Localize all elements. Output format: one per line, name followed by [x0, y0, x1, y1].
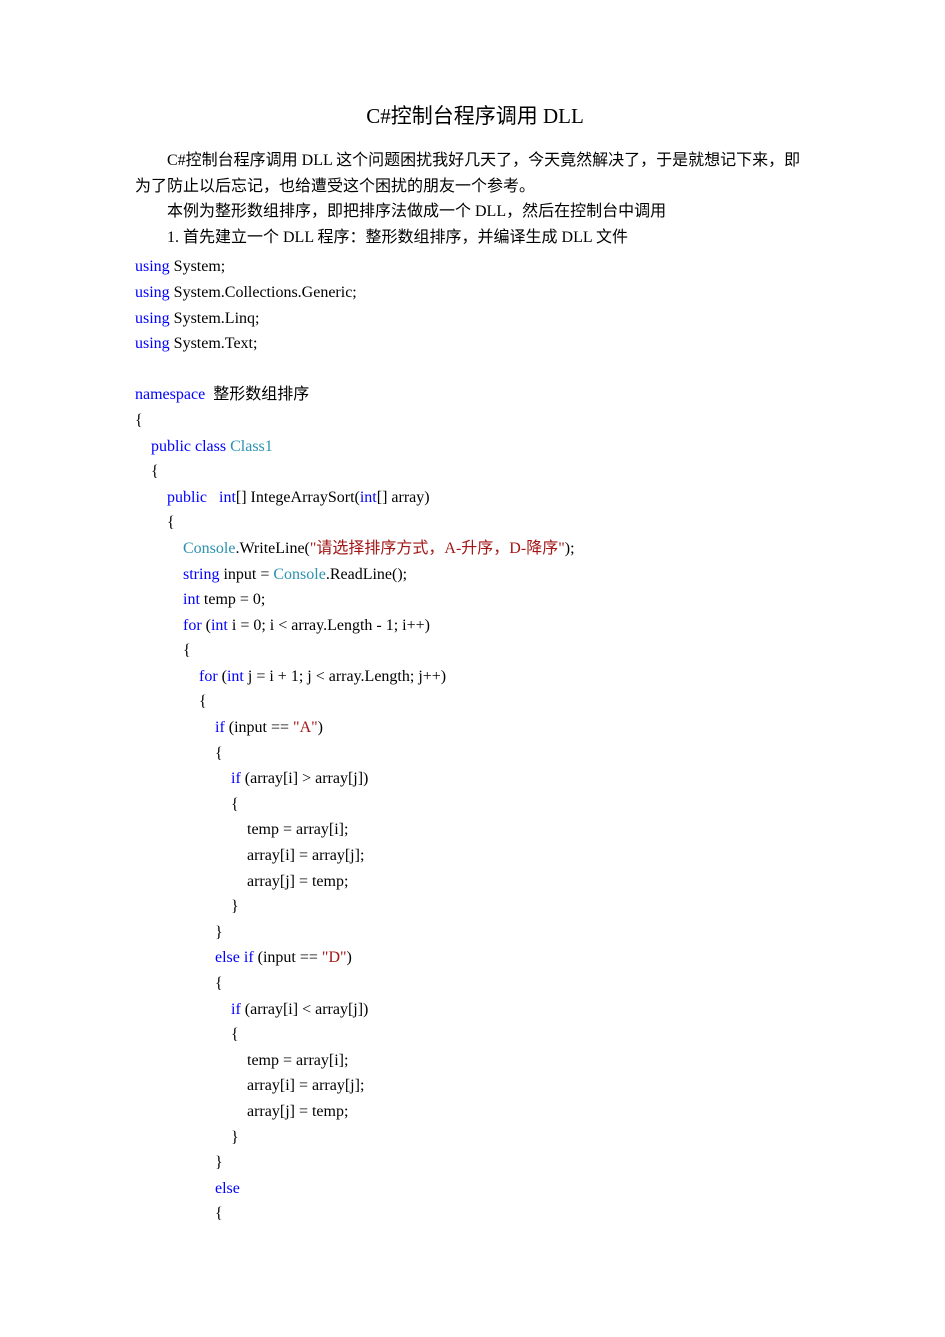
keyword-using: using [135, 335, 170, 352]
string-a: "A" [293, 719, 318, 736]
keyword-namespace: namespace [135, 386, 205, 403]
close-paren: ) [347, 949, 352, 966]
brace-open: { [215, 1205, 223, 1222]
document-title: C#控制台程序调用 DLL [135, 100, 815, 130]
cond-lt: (array[i] < array[j]) [241, 1001, 369, 1018]
brace-open: { [231, 796, 239, 813]
brace-open: { [183, 642, 191, 659]
namespace-name: 整形数组排序 [205, 386, 309, 403]
keyword-using: using [135, 258, 170, 275]
keyword-for: for [199, 668, 218, 685]
paragraph-2: 本例为整形数组排序，即把排序法做成一个 DLL，然后在控制台中调用 [135, 199, 815, 225]
brace-open: { [215, 975, 223, 992]
ns-system: System; [170, 258, 226, 275]
keyword-int: int [211, 617, 228, 634]
method-sig-1: [] IntegeArraySort( [236, 489, 360, 506]
cond-gt: (array[i] > array[j]) [241, 770, 369, 787]
keyword-elseif: else if [215, 949, 254, 966]
class-name: Class1 [230, 438, 273, 455]
ns-generic: System.Collections.Generic; [170, 284, 357, 301]
stmt-ai: array[i] = array[j]; [247, 847, 364, 864]
ns-text: System.Text; [170, 335, 258, 352]
cond-d: (input == [254, 949, 322, 966]
brace-open: { [135, 412, 143, 429]
keyword-if: if [215, 719, 225, 736]
keyword-string: string [183, 566, 219, 583]
paragraph-3: 1. 首先建立一个 DLL 程序：整形数组排序，并编译生成 DLL 文件 [135, 225, 815, 251]
brace-open: { [199, 693, 207, 710]
stmt-temp: temp = array[i]; [247, 1052, 348, 1069]
keyword-public: public [151, 438, 191, 455]
keyword-using: using [135, 310, 170, 327]
readline-call: .ReadLine(); [326, 566, 407, 583]
brace-close: } [215, 1154, 223, 1171]
method-sig-2: [] array) [377, 489, 430, 506]
type-console: Console [183, 540, 235, 557]
type-console: Console [273, 566, 325, 583]
brace-open: { [215, 745, 223, 762]
brace-open: { [151, 463, 159, 480]
close-paren: ) [318, 719, 323, 736]
keyword-int: int [227, 668, 244, 685]
stmt-aj: array[j] = temp; [247, 873, 348, 890]
open-paren: ( [218, 668, 227, 685]
keyword-int: int [183, 591, 200, 608]
for-j: j = i + 1; j < array.Length; j++) [244, 668, 446, 685]
input-eq: input = [219, 566, 273, 583]
keyword-int: int [360, 489, 377, 506]
temp-decl: temp = 0; [200, 591, 265, 608]
keyword-int: int [219, 489, 236, 506]
code-block: using System; using System.Collections.G… [135, 254, 815, 1227]
keyword-for: for [183, 617, 202, 634]
stmt-ai: array[i] = array[j]; [247, 1077, 364, 1094]
brace-close: } [215, 924, 223, 941]
open-paren: ( [202, 617, 211, 634]
paragraph-1: C#控制台程序调用 DLL 这个问题困扰我好几天了，今天竟然解决了，于是就想记下… [135, 148, 815, 199]
string-prompt: "请选择排序方式，A-升序，D-降序" [310, 540, 565, 557]
stmt-aj: array[j] = temp; [247, 1103, 348, 1120]
writeline-call: .WriteLine( [235, 540, 309, 557]
cond-a: (input == [225, 719, 293, 736]
string-d: "D" [322, 949, 347, 966]
keyword-else: else [215, 1180, 240, 1197]
brace-close: } [231, 898, 239, 915]
keyword-class: class [191, 438, 230, 455]
keyword-if: if [231, 1001, 241, 1018]
keyword-public: public [167, 489, 207, 506]
for-i: i = 0; i < array.Length - 1; i++) [228, 617, 430, 634]
stmt-temp: temp = array[i]; [247, 821, 348, 838]
brace-close: } [231, 1129, 239, 1146]
ns-linq: System.Linq; [170, 310, 260, 327]
close-paren-semi: ); [565, 540, 575, 557]
brace-open: { [231, 1026, 239, 1043]
keyword-if: if [231, 770, 241, 787]
brace-open: { [167, 514, 175, 531]
keyword-using: using [135, 284, 170, 301]
document-page: C#控制台程序调用 DLL C#控制台程序调用 DLL 这个问题困扰我好几天了，… [0, 0, 945, 1287]
